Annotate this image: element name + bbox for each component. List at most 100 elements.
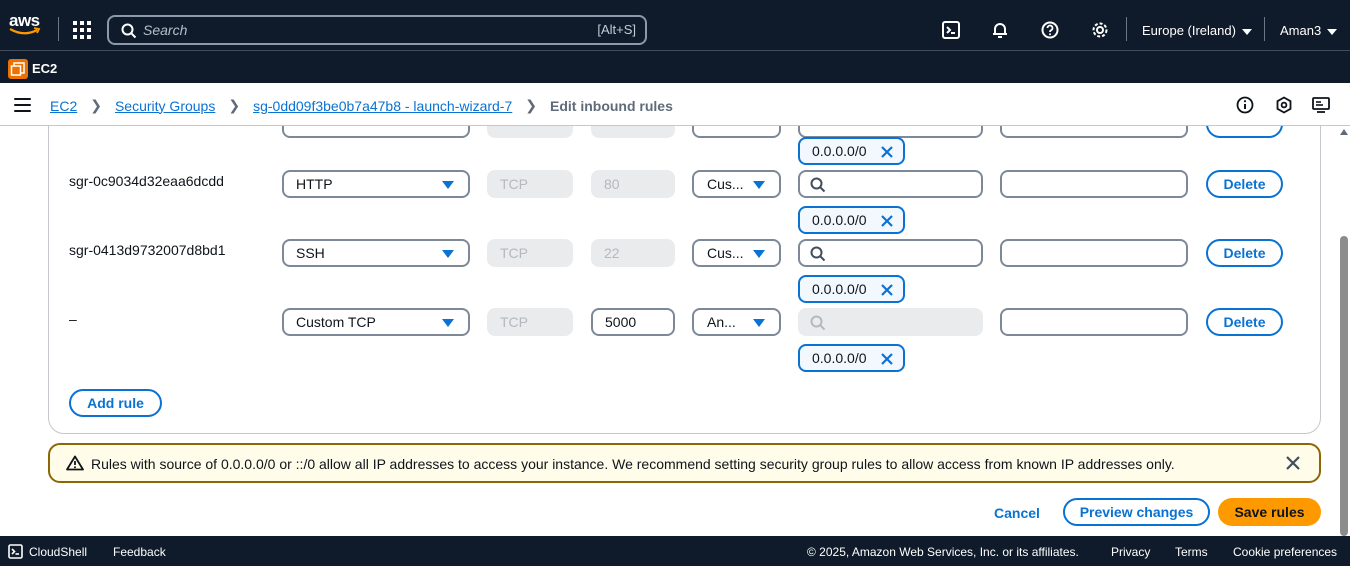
- info-icon[interactable]: [1236, 96, 1254, 114]
- description-input[interactable]: [1000, 239, 1188, 267]
- caret-down-icon: [753, 319, 765, 327]
- port-range-field: 80: [591, 170, 675, 198]
- menu-hamburger-icon[interactable]: [14, 98, 31, 112]
- help-icon[interactable]: [1041, 21, 1059, 39]
- user-label: Aman3: [1280, 23, 1322, 38]
- cidr-token: 0.0.0.0/0: [798, 344, 905, 372]
- search-box[interactable]: [Alt+S]: [107, 15, 647, 45]
- cidr-token: 0.0.0.0/0: [798, 137, 905, 165]
- cidr-search-input[interactable]: [798, 239, 983, 267]
- service-name[interactable]: EC2: [32, 61, 57, 76]
- close-icon[interactable]: [880, 214, 894, 228]
- footer-privacy[interactable]: Privacy: [1111, 545, 1150, 559]
- cidr-search-input: [798, 308, 983, 336]
- rule-type-select[interactable]: SSH: [282, 239, 470, 267]
- aws-logo[interactable]: aws: [9, 12, 43, 38]
- scrollbar-thumb[interactable]: [1340, 236, 1348, 536]
- source-type-select[interactable]: Cus...: [692, 170, 781, 198]
- user-menu[interactable]: Aman3: [1280, 23, 1338, 38]
- cidr-token-value: 0.0.0.0/0: [812, 143, 867, 159]
- cloudshell-icon[interactable]: [8, 544, 23, 559]
- display-preferences-icon[interactable]: [1312, 96, 1330, 114]
- caret-down-icon: [442, 181, 454, 189]
- aws-logo-text: aws: [9, 11, 40, 30]
- cloudshell-icon[interactable]: [942, 21, 960, 39]
- region-selector[interactable]: Europe (Ireland): [1142, 23, 1252, 38]
- hexagon-settings-icon[interactable]: [1275, 96, 1293, 114]
- breadcrumb-bar: EC2 ❯ Security Groups ❯ sg-0dd09f3be0b7a…: [0, 84, 1350, 126]
- services-grid-icon[interactable]: [73, 21, 91, 39]
- nav-divider: [1126, 17, 1127, 41]
- port-range-field: 22: [591, 239, 675, 267]
- search-shortcut: [Alt+S]: [597, 22, 636, 37]
- rule-type-value: Custom TCP: [296, 314, 376, 330]
- port-range-input[interactable]: 5000: [591, 308, 675, 336]
- settings-gear-icon[interactable]: [1091, 21, 1109, 39]
- footer-copyright: © 2025, Amazon Web Services, Inc. or its…: [807, 545, 1079, 559]
- ec2-service-icon[interactable]: [8, 59, 28, 79]
- close-icon[interactable]: [880, 283, 894, 297]
- top-navigation: aws [Alt+S] Europe (Ireland) Aman3: [0, 0, 1350, 50]
- description-field-hidden[interactable]: [1000, 126, 1188, 138]
- warning-text: Rules with source of 0.0.0.0/0 or ::/0 a…: [91, 456, 1175, 472]
- breadcrumb-current: Edit inbound rules: [550, 97, 673, 114]
- source-type-value: Cus...: [707, 176, 744, 192]
- source-type-value: Cus...: [707, 245, 744, 261]
- cidr-search-input[interactable]: [798, 170, 983, 198]
- chevron-right-icon: ❯: [525, 97, 537, 113]
- breadcrumb-security-groups[interactable]: Security Groups: [115, 98, 215, 114]
- protocol-field-hidden: [487, 126, 573, 138]
- page-scrollbar[interactable]: [1338, 126, 1350, 536]
- breadcrumb-security-group[interactable]: sg-0dd09f3be0b7a47b8 - launch-wizard-7: [253, 98, 512, 114]
- chevron-down-icon: [1241, 28, 1252, 35]
- delete-rule-button[interactable]: Delete: [1206, 308, 1283, 336]
- rule-type-select[interactable]: Custom TCP: [282, 308, 470, 336]
- rule-id: –: [69, 311, 77, 327]
- rule-type-value: HTTP: [296, 176, 333, 192]
- source-type-select-hidden[interactable]: [692, 126, 781, 138]
- breadcrumb-ec2[interactable]: EC2: [50, 98, 77, 114]
- rule-type-select-hidden[interactable]: [282, 126, 470, 138]
- close-icon[interactable]: [880, 352, 894, 366]
- delete-button-hidden[interactable]: [1206, 126, 1283, 138]
- rule-type-select[interactable]: HTTP: [282, 170, 470, 198]
- preview-changes-button[interactable]: Preview changes: [1063, 498, 1210, 526]
- search-input[interactable]: [143, 20, 543, 40]
- description-input[interactable]: [1000, 170, 1188, 198]
- cidr-token-value: 0.0.0.0/0: [812, 350, 867, 366]
- breadcrumb: EC2 ❯ Security Groups ❯ sg-0dd09f3be0b7a…: [50, 97, 673, 114]
- main-content: 0.0.0.0/0 sgr-0c9034d32eaa6dcdd HTTP TCP…: [0, 126, 1338, 536]
- chevron-down-icon: [1327, 28, 1338, 35]
- protocol-field: TCP: [487, 239, 573, 267]
- source-type-select[interactable]: An...: [692, 308, 781, 336]
- scroll-up-icon[interactable]: [1340, 129, 1348, 135]
- rule-id: sgr-0c9034d32eaa6dcdd: [69, 173, 224, 189]
- service-bar: EC2: [0, 50, 1350, 83]
- rule-id: sgr-0413d9732007d8bd1: [69, 242, 226, 258]
- cancel-button[interactable]: Cancel: [994, 505, 1040, 521]
- warning-icon: [66, 455, 84, 471]
- close-icon[interactable]: [880, 145, 894, 159]
- nav-divider: [58, 17, 59, 41]
- footer-cloudshell[interactable]: CloudShell: [29, 545, 87, 559]
- source-type-select[interactable]: Cus...: [692, 239, 781, 267]
- add-rule-button[interactable]: Add rule: [69, 389, 162, 417]
- chevron-right-icon: ❯: [228, 97, 241, 113]
- protocol-field: TCP: [487, 308, 573, 336]
- footer-terms[interactable]: Terms: [1175, 545, 1208, 559]
- description-input[interactable]: [1000, 308, 1188, 336]
- delete-rule-button[interactable]: Delete: [1206, 239, 1283, 267]
- cidr-token-value: 0.0.0.0/0: [812, 212, 867, 228]
- footer-cookie-preferences[interactable]: Cookie preferences: [1233, 545, 1337, 559]
- region-label: Europe (Ireland): [1142, 23, 1236, 38]
- search-icon: [810, 315, 826, 331]
- footer-feedback[interactable]: Feedback: [113, 545, 166, 559]
- save-rules-button[interactable]: Save rules: [1218, 498, 1321, 526]
- nav-divider: [1264, 17, 1265, 41]
- caret-down-icon: [442, 319, 454, 327]
- notifications-bell-icon[interactable]: [991, 21, 1009, 39]
- search-icon: [810, 246, 826, 262]
- delete-rule-button[interactable]: Delete: [1206, 170, 1283, 198]
- search-icon: [121, 23, 137, 39]
- close-icon[interactable]: [1285, 455, 1301, 471]
